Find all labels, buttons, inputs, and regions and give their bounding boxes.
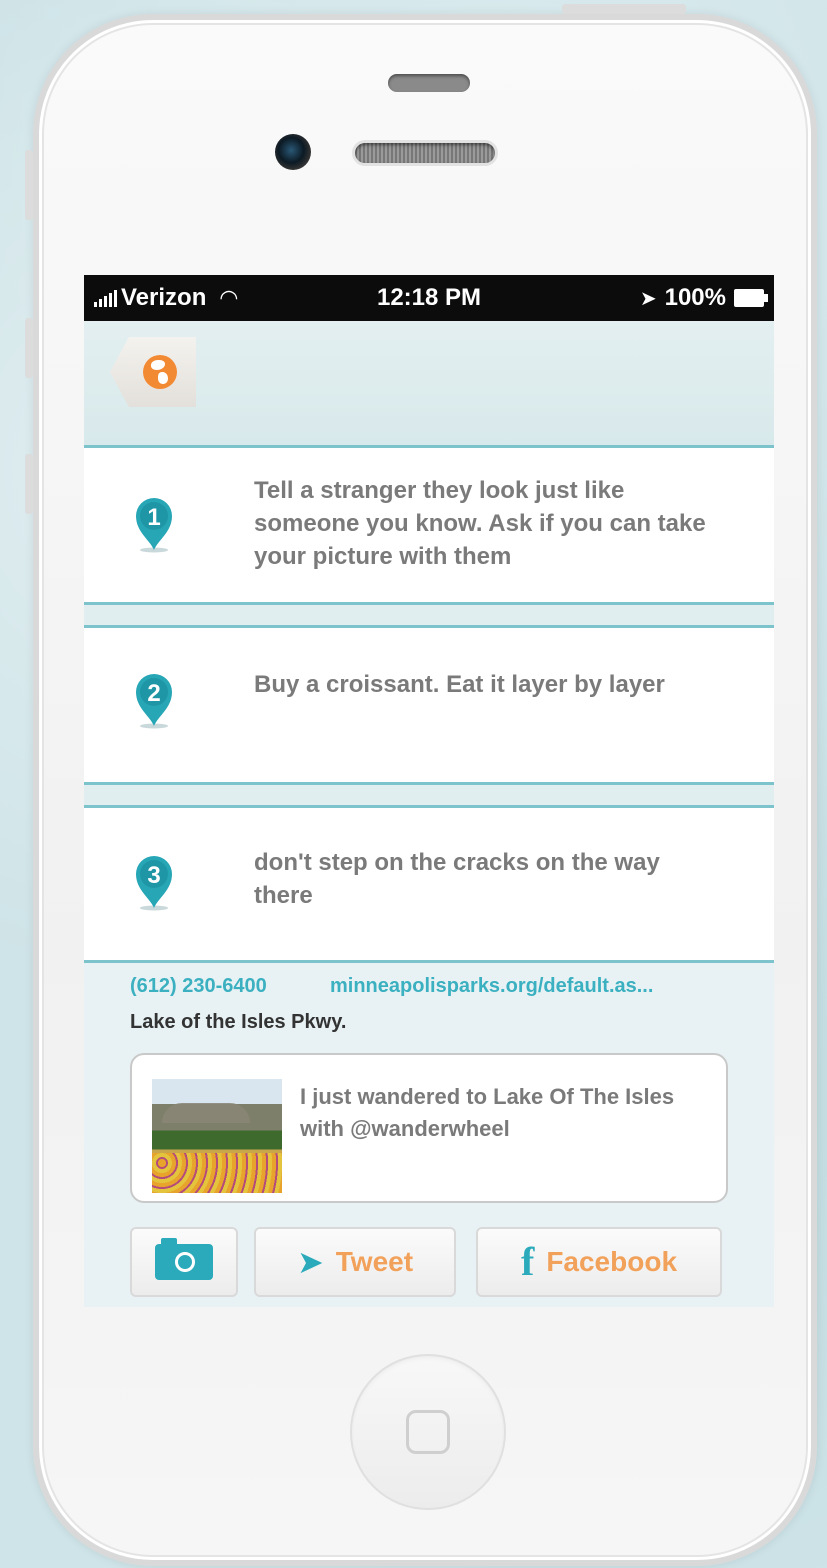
task-text: don't step on the cracks on the way ther… (254, 849, 660, 909)
tweet-label: Tweet (335, 1246, 414, 1277)
place-photo (152, 1079, 282, 1193)
card-divider (84, 785, 774, 805)
mute-switch (25, 150, 33, 220)
camera-icon (155, 1238, 213, 1280)
signal-icon (94, 289, 117, 307)
header-bar (84, 321, 774, 447)
volume-down-button (25, 454, 33, 514)
task-text: Buy a croissant. Eat it layer by layer (254, 671, 665, 698)
place-info: (612) 230-6400 minneapolisparks.org/defa… (84, 963, 774, 1307)
facebook-label: Facebook (546, 1246, 678, 1277)
task-number: 3 (147, 862, 160, 889)
location-pin-icon: 3 (136, 856, 172, 911)
earpiece-grille (352, 140, 498, 166)
phone-link[interactable]: (612) 230-6400 (130, 975, 267, 998)
location-pin-icon: 1 (136, 498, 172, 553)
address-label: Lake of the Isles Pkwy. (130, 1011, 347, 1033)
facebook-button[interactable]: f Facebook (476, 1227, 722, 1297)
battery-percent: 100% (664, 284, 726, 311)
card-divider (84, 605, 774, 625)
status-bar: Verizon ◠ 12:18 PM ➤ 100% (84, 275, 774, 321)
twitter-bird-icon: ➤ (296, 1244, 324, 1280)
home-square-icon (406, 1410, 450, 1454)
camera-button[interactable] (130, 1227, 238, 1297)
sleep-button (562, 4, 686, 14)
tweet-button[interactable]: ➤ Tweet (254, 1227, 456, 1297)
task-card[interactable]: 1 Tell a stranger they look just like so… (84, 445, 774, 605)
website-link[interactable]: minneapolisparks.org/default.as... (330, 975, 653, 998)
task-number: 2 (147, 680, 160, 707)
facebook-icon: f (520, 1239, 535, 1284)
carrier-label: Verizon (121, 284, 207, 311)
location-arrow-icon: ➤ (639, 287, 657, 310)
share-actions: ➤ Tweet f Facebook (130, 1227, 728, 1297)
app-screen: Verizon ◠ 12:18 PM ➤ 100% 1 Tell a stran… (84, 275, 774, 1307)
home-button[interactable] (350, 1354, 506, 1510)
volume-up-button (25, 318, 33, 378)
task-text: Tell a stranger they look just like some… (254, 477, 706, 570)
location-pin-icon: 2 (136, 674, 172, 729)
battery-icon (734, 289, 768, 307)
front-camera (275, 134, 311, 170)
task-number: 1 (147, 504, 160, 531)
globe-icon (143, 355, 177, 389)
back-button[interactable] (110, 337, 196, 407)
task-card[interactable]: 3 don't step on the cracks on the way th… (84, 805, 774, 963)
top-speaker (388, 74, 470, 92)
wifi-icon: ◠ (220, 285, 238, 310)
share-message: I just wandered to Lake Of The Isles wit… (300, 1084, 675, 1141)
share-preview: I just wandered to Lake Of The Isles wit… (130, 1053, 728, 1203)
task-card[interactable]: 2 Buy a croissant. Eat it layer by layer (84, 625, 774, 785)
